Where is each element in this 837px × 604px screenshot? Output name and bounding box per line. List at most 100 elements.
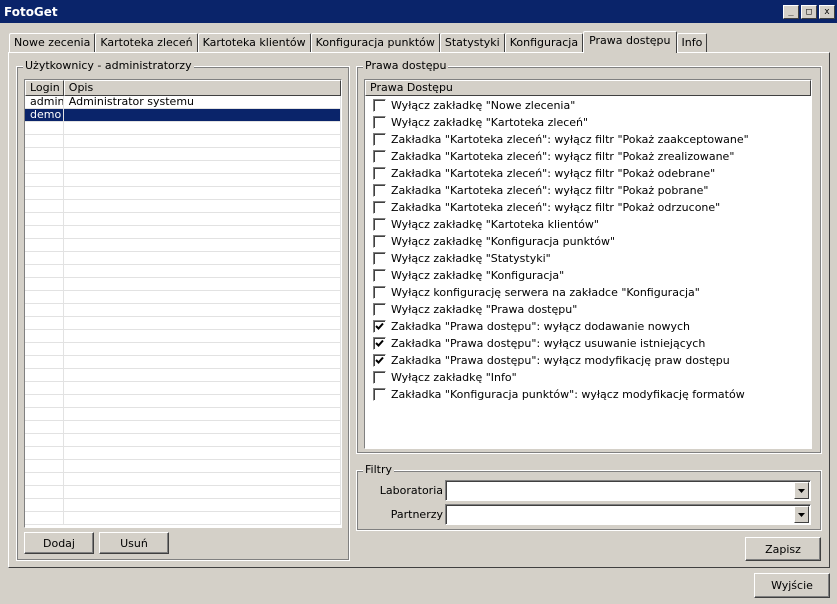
table-row[interactable] — [25, 239, 341, 252]
remove-user-button[interactable]: Usuń — [99, 532, 169, 554]
permission-item[interactable]: Wyłącz zakładkę "Statystyki" — [365, 250, 811, 267]
table-row[interactable]: admin Administrator systemu — [25, 96, 341, 109]
permission-checkbox[interactable] — [373, 116, 386, 129]
table-row[interactable] — [25, 369, 341, 382]
permission-checkbox[interactable] — [373, 235, 386, 248]
dropdown-arrow-icon[interactable] — [794, 506, 809, 523]
table-row[interactable] — [25, 434, 341, 447]
login-cell — [25, 161, 64, 173]
table-row[interactable] — [25, 135, 341, 148]
close-button[interactable]: x — [819, 4, 835, 19]
minimize-button[interactable]: _ — [783, 4, 799, 19]
table-row[interactable] — [25, 486, 341, 499]
users-list[interactable]: Login Opis admin Administrator systemu dem… — [24, 79, 342, 528]
permission-item[interactable]: Zakładka "Kartoteka zleceń": wyłącz filt… — [365, 165, 811, 182]
permission-checkbox[interactable] — [373, 150, 386, 163]
maximize-button[interactable]: □ — [801, 4, 817, 19]
table-row[interactable] — [25, 330, 341, 343]
table-row[interactable] — [25, 382, 341, 395]
permission-label: Wyłącz zakładkę "Nowe zlecenia" — [391, 99, 576, 112]
table-row[interactable] — [25, 421, 341, 434]
permission-checkbox[interactable] — [373, 133, 386, 146]
table-row[interactable]: demo — [25, 109, 341, 122]
tab-2[interactable]: Kartoteka klientów — [197, 33, 311, 53]
permission-label: Wyłącz zakładkę "Konfiguracja punktów" — [391, 235, 616, 248]
permission-item[interactable]: Zakładka "Prawa dostępu": wyłącz dodawan… — [365, 318, 811, 335]
permission-checkbox[interactable] — [373, 252, 386, 265]
permission-item[interactable]: Wyłącz zakładkę "Info" — [365, 369, 811, 386]
description-cell: Administrator systemu — [64, 96, 341, 108]
permission-item[interactable]: Zakładka "Konfiguracja punktów": wyłącz … — [365, 386, 811, 403]
permission-item[interactable]: Zakładka "Kartoteka zleceń": wyłącz filt… — [365, 199, 811, 216]
permission-checkbox[interactable] — [373, 218, 386, 231]
table-row[interactable] — [25, 226, 341, 239]
permission-item[interactable]: Zakładka "Kartoteka zleceń": wyłącz filt… — [365, 131, 811, 148]
permissions-list[interactable]: Prawa Dostępu Wyłącz zakładkę "Nowe zlec… — [364, 79, 812, 449]
permission-item[interactable]: Zakładka "Kartoteka zleceń": wyłącz filt… — [365, 148, 811, 165]
permission-checkbox[interactable] — [373, 388, 386, 401]
permission-checkbox[interactable] — [373, 337, 386, 350]
permission-checkbox[interactable] — [373, 354, 386, 367]
table-row[interactable] — [25, 317, 341, 330]
table-row[interactable] — [25, 174, 341, 187]
tab-3[interactable]: Konfiguracja punktów — [310, 33, 440, 53]
permission-checkbox[interactable] — [373, 286, 386, 299]
table-row[interactable] — [25, 122, 341, 135]
permission-item[interactable]: Zakładka "Prawa dostępu": wyłącz usuwani… — [365, 335, 811, 352]
table-row[interactable] — [25, 278, 341, 291]
permission-checkbox[interactable] — [373, 371, 386, 384]
permission-label: Wyłącz zakładkę "Konfiguracja" — [391, 269, 565, 282]
partners-combo[interactable] — [445, 504, 811, 525]
tab-0[interactable]: Nowe zecenia — [9, 33, 96, 53]
permission-checkbox[interactable] — [373, 184, 386, 197]
permission-item[interactable]: Wyłącz zakładkę "Kartoteka zleceń" — [365, 114, 811, 131]
table-row[interactable] — [25, 265, 341, 278]
table-row[interactable] — [25, 473, 341, 486]
login-cell — [25, 187, 64, 199]
table-row[interactable] — [25, 343, 341, 356]
table-row[interactable] — [25, 512, 341, 525]
save-button[interactable]: Zapisz — [745, 537, 821, 561]
permission-item[interactable]: Zakładka "Prawa dostępu": wyłącz modyfik… — [365, 352, 811, 369]
permission-item[interactable]: Wyłącz zakładkę "Prawa dostępu" — [365, 301, 811, 318]
permission-checkbox[interactable] — [373, 201, 386, 214]
permission-checkbox[interactable] — [373, 167, 386, 180]
tab-1[interactable]: Kartoteka zleceń — [95, 33, 198, 53]
table-row[interactable] — [25, 408, 341, 421]
tab-4[interactable]: Statystyki — [439, 33, 505, 53]
column-description-header[interactable]: Opis — [63, 80, 341, 96]
table-row[interactable] — [25, 356, 341, 369]
table-row[interactable] — [25, 460, 341, 473]
table-row[interactable] — [25, 304, 341, 317]
permission-item[interactable]: Wyłącz zakładkę "Konfiguracja" — [365, 267, 811, 284]
tab-7[interactable]: Info — [676, 33, 708, 53]
table-row[interactable] — [25, 200, 341, 213]
exit-button[interactable]: Wyjście — [754, 573, 830, 598]
table-row[interactable] — [25, 291, 341, 304]
permission-item[interactable]: Wyłącz konfigurację serwera na zakładce … — [365, 284, 811, 301]
permission-item[interactable]: Wyłącz zakładkę "Kartoteka klientów" — [365, 216, 811, 233]
tab-5[interactable]: Konfiguracja — [504, 33, 584, 53]
description-cell — [64, 486, 341, 498]
permission-item[interactable]: Wyłącz zakładkę "Nowe zlecenia" — [365, 97, 811, 114]
permission-item[interactable]: Zakładka "Kartoteka zleceń": wyłącz filt… — [365, 182, 811, 199]
column-permissions-header[interactable]: Prawa Dostępu — [365, 80, 811, 96]
table-row[interactable] — [25, 148, 341, 161]
column-login-header[interactable]: Login — [25, 80, 64, 96]
permission-checkbox[interactable] — [373, 320, 386, 333]
table-row[interactable] — [25, 447, 341, 460]
table-row[interactable] — [25, 395, 341, 408]
permission-checkbox[interactable] — [373, 99, 386, 112]
table-row[interactable] — [25, 252, 341, 265]
table-row[interactable] — [25, 187, 341, 200]
table-row[interactable] — [25, 499, 341, 512]
permission-checkbox[interactable] — [373, 303, 386, 316]
permission-checkbox[interactable] — [373, 269, 386, 282]
add-user-button[interactable]: Dodaj — [24, 532, 94, 554]
table-row[interactable] — [25, 161, 341, 174]
table-row[interactable] — [25, 213, 341, 226]
dropdown-arrow-icon[interactable] — [794, 482, 809, 499]
permission-item[interactable]: Wyłącz zakładkę "Konfiguracja punktów" — [365, 233, 811, 250]
laboratory-combo[interactable] — [445, 480, 811, 501]
tab-6[interactable]: Prawa dostępu — [583, 31, 677, 53]
